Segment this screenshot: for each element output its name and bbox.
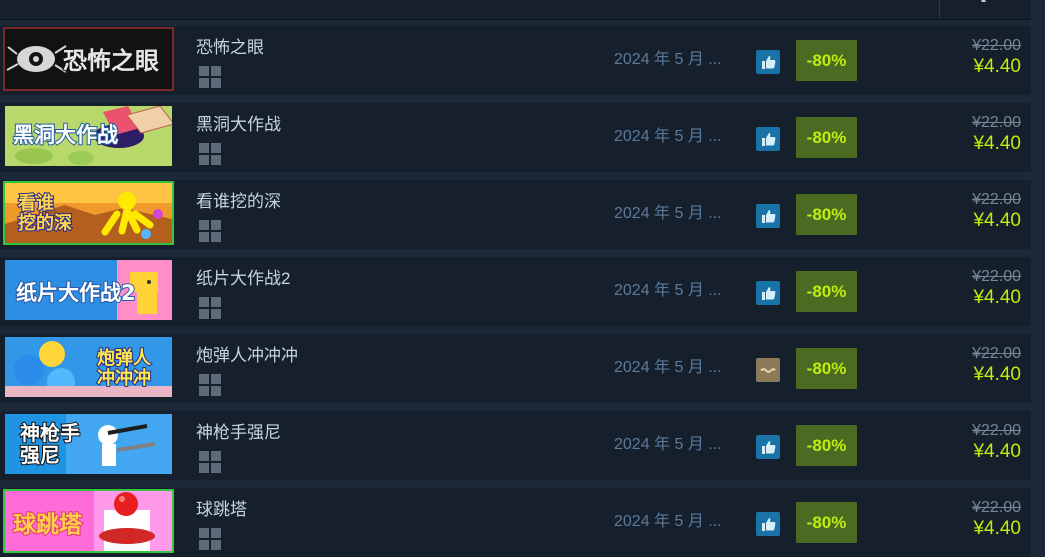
final-price: ¥4.40 bbox=[973, 364, 1021, 385]
game-title[interactable]: 神枪手强尼 bbox=[196, 423, 281, 443]
discount-badge: -80% bbox=[796, 502, 857, 543]
svg-text:神枪手: 神枪手 bbox=[20, 421, 80, 445]
windows-icon bbox=[199, 528, 221, 550]
discount-badge: -80% bbox=[796, 117, 857, 158]
final-price: ¥4.40 bbox=[973, 133, 1021, 154]
price-block: ¥22.00 ¥4.40 bbox=[901, 113, 1021, 155]
windows-icon bbox=[199, 143, 221, 165]
discount-badge: -80% bbox=[796, 425, 857, 466]
svg-text:恐怖之眼: 恐怖之眼 bbox=[63, 47, 159, 75]
windows-icon bbox=[199, 220, 221, 242]
results-header-strip: ▴ bbox=[0, 0, 1031, 20]
game-title[interactable]: 纸片大作战2 bbox=[196, 269, 290, 289]
original-price: ¥22.00 bbox=[972, 191, 1021, 208]
svg-text:纸片大作战2: 纸片大作战2 bbox=[16, 281, 136, 305]
game-capsule-image[interactable]: 黑洞大作战 bbox=[3, 104, 174, 168]
release-date: 2024 年 5 月 ... bbox=[614, 205, 722, 222]
windows-icon bbox=[199, 451, 221, 473]
result-row[interactable]: 恐怖之眼 恐怖之眼 2024 年 5 月 ... -80% ¥22.00 ¥4.… bbox=[0, 26, 1031, 95]
game-capsule-image[interactable]: 神枪手 强尼 bbox=[3, 412, 174, 476]
result-row[interactable]: 神枪手 强尼 神枪手强尼 2024 年 5 月 ... -80% ¥22.00 ¥… bbox=[0, 411, 1031, 480]
price-block: ¥22.00 ¥4.40 bbox=[901, 36, 1021, 78]
release-date: 2024 年 5 月 ... bbox=[614, 128, 722, 145]
windows-icon bbox=[199, 297, 221, 319]
thumbs-up-icon bbox=[756, 127, 780, 151]
game-capsule-image[interactable]: 纸片大作战2 bbox=[3, 258, 174, 322]
release-date: 2024 年 5 月 ... bbox=[614, 282, 722, 299]
result-row[interactable]: 炮弹人 冲冲冲 炮弹人冲冲冲 2024 年 5 月 ... -80% ¥22.00… bbox=[0, 334, 1031, 403]
windows-icon bbox=[199, 374, 221, 396]
thumbs-up-icon bbox=[756, 435, 780, 459]
discount-badge: -80% bbox=[796, 271, 857, 312]
svg-text:球跳塔: 球跳塔 bbox=[13, 511, 83, 538]
game-title[interactable]: 球跳塔 bbox=[196, 500, 247, 520]
game-capsule-image[interactable]: 恐怖之眼 bbox=[3, 27, 174, 91]
price-block: ¥22.00 ¥4.40 bbox=[901, 267, 1021, 309]
result-row[interactable]: 纸片大作战2 纸片大作战2 2024 年 5 月 ... -80% ¥22.00… bbox=[0, 257, 1031, 326]
price-block: ¥22.00 ¥4.40 bbox=[901, 190, 1021, 232]
price-block: ¥22.00 ¥4.40 bbox=[901, 421, 1021, 463]
original-price: ¥22.00 bbox=[972, 499, 1021, 516]
header-divider bbox=[939, 0, 940, 19]
result-row[interactable]: 黑洞大作战 黑洞大作战 2024 年 5 月 ... -80% ¥22.00 ¥… bbox=[0, 103, 1031, 172]
final-price: ¥4.40 bbox=[973, 210, 1021, 231]
release-date: 2024 年 5 月 ... bbox=[614, 513, 722, 530]
svg-text:黑洞大作战: 黑洞大作战 bbox=[13, 123, 118, 147]
game-title[interactable]: 炮弹人冲冲冲 bbox=[196, 346, 298, 366]
discount-badge: -80% bbox=[796, 194, 857, 235]
game-title[interactable]: 看谁挖的深 bbox=[196, 192, 281, 212]
game-title[interactable]: 恐怖之眼 bbox=[196, 38, 264, 58]
mixed-review-icon bbox=[756, 358, 780, 382]
result-row[interactable]: 看谁 挖的深 看谁挖的深 2024 年 5 月 ... -80% ¥22.00 ¥… bbox=[0, 180, 1031, 249]
game-capsule-image[interactable]: 炮弹人 冲冲冲 bbox=[3, 335, 174, 399]
svg-text:强尼: 强尼 bbox=[20, 443, 60, 467]
final-price: ¥4.40 bbox=[973, 441, 1021, 462]
price-block: ¥22.00 ¥4.40 bbox=[901, 344, 1021, 386]
price-block: ¥22.00 ¥4.40 bbox=[901, 498, 1021, 540]
svg-text:冲冲冲: 冲冲冲 bbox=[97, 367, 151, 389]
svg-text:看谁: 看谁 bbox=[17, 192, 54, 214]
game-title[interactable]: 黑洞大作战 bbox=[196, 115, 281, 135]
thumbs-up-icon bbox=[756, 204, 780, 228]
search-results-page: ▴ 恐怖之眼 恐怖之眼 2024 年 5 月 ... -80% ¥22.00 ¥… bbox=[0, 0, 1045, 557]
original-price: ¥22.00 bbox=[972, 37, 1021, 54]
final-price: ¥4.40 bbox=[973, 518, 1021, 539]
original-price: ¥22.00 bbox=[972, 268, 1021, 285]
release-date: 2024 年 5 月 ... bbox=[614, 51, 722, 68]
game-capsule-image[interactable]: 看谁 挖的深 bbox=[3, 181, 174, 245]
thumbs-up-icon bbox=[756, 512, 780, 536]
original-price: ¥22.00 bbox=[972, 345, 1021, 362]
game-capsule-image[interactable]: 球跳塔 bbox=[3, 489, 174, 553]
original-price: ¥22.00 bbox=[972, 114, 1021, 131]
thumbs-up-icon bbox=[756, 50, 780, 74]
discount-badge: -80% bbox=[796, 40, 857, 81]
original-price: ¥22.00 bbox=[972, 422, 1021, 439]
result-row[interactable]: 球跳塔 球跳塔 2024 年 5 月 ... -80% ¥22.00 ¥4.40 bbox=[0, 488, 1031, 557]
results-list: 恐怖之眼 恐怖之眼 2024 年 5 月 ... -80% ¥22.00 ¥4.… bbox=[0, 26, 1031, 557]
release-date: 2024 年 5 月 ... bbox=[614, 359, 722, 376]
windows-icon bbox=[199, 66, 221, 88]
release-date: 2024 年 5 月 ... bbox=[614, 436, 722, 453]
svg-text:炮弹人: 炮弹人 bbox=[97, 347, 152, 369]
thumbs-up-icon bbox=[756, 281, 780, 305]
final-price: ¥4.40 bbox=[973, 287, 1021, 308]
discount-badge: -80% bbox=[796, 348, 857, 389]
svg-text:挖的深: 挖的深 bbox=[18, 212, 72, 234]
final-price: ¥4.40 bbox=[973, 56, 1021, 77]
sort-arrow-icon[interactable]: ▴ bbox=[981, 0, 989, 5]
